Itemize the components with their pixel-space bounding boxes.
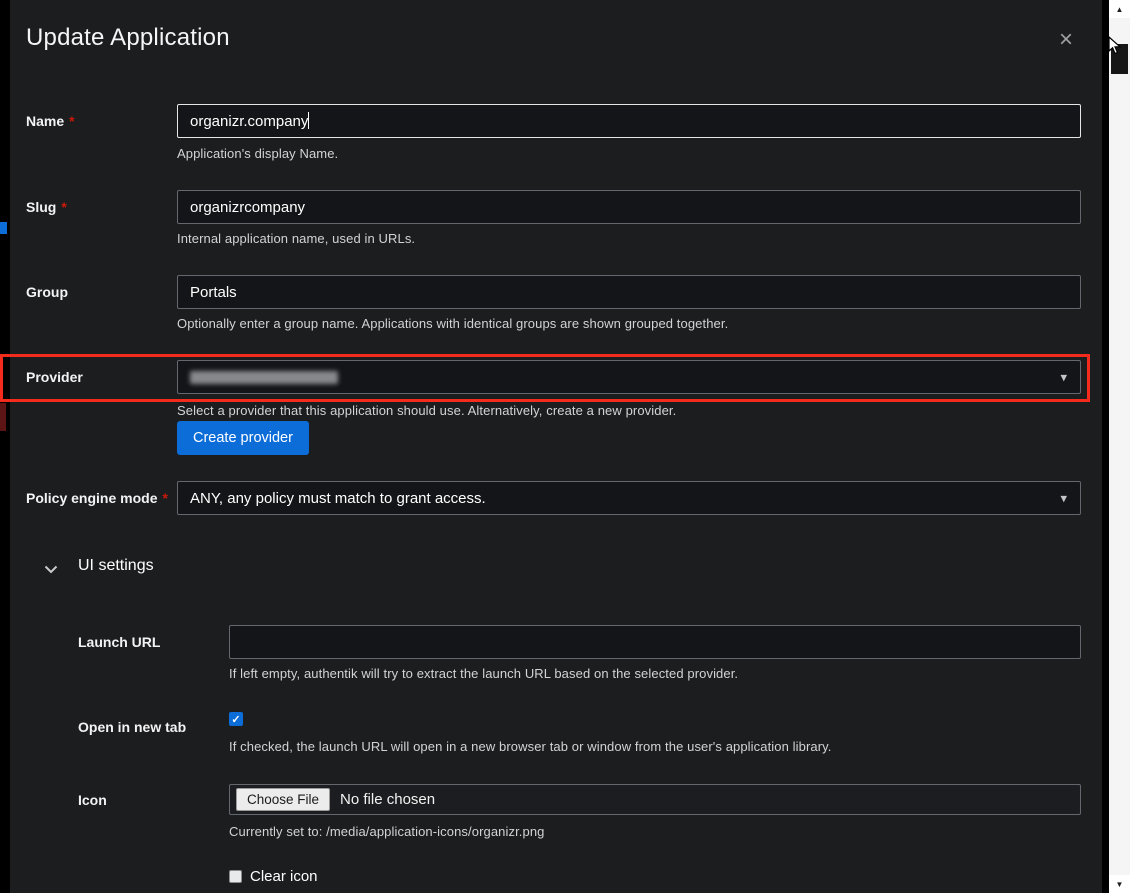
scrollbar-thumb[interactable] xyxy=(1111,44,1128,74)
backdrop-fragment-blue xyxy=(0,222,7,234)
scrollbar-track[interactable] xyxy=(1109,0,1130,893)
slug-help: Internal application name, used in URLs. xyxy=(177,231,415,246)
create-provider-button[interactable]: Create provider xyxy=(177,421,309,455)
name-input[interactable] xyxy=(177,104,1081,138)
text-caret xyxy=(308,112,309,129)
name-help: Application's display Name. xyxy=(177,146,338,161)
clear-icon-label: Clear icon xyxy=(250,868,318,885)
check-icon: ✓ xyxy=(231,713,240,726)
scroll-up-button[interactable]: ▲ xyxy=(1109,0,1130,18)
slug-input[interactable] xyxy=(177,190,1081,224)
provider-redacted-value xyxy=(190,371,338,384)
open-in-new-tab-label: Open in new tab xyxy=(78,719,186,735)
provider-select[interactable]: ▾ xyxy=(177,360,1081,394)
modal-title: Update Application xyxy=(26,24,230,52)
icon-help: Currently set to: /media/application-ico… xyxy=(229,824,545,839)
slug-label-text: Slug xyxy=(26,199,56,215)
name-label-text: Name xyxy=(26,113,64,129)
policy-engine-mode-label: Policy engine mode * xyxy=(26,490,168,506)
file-chosen-status: No file chosen xyxy=(340,791,435,808)
launch-url-label: Launch URL xyxy=(78,634,160,650)
policy-engine-mode-label-text: Policy engine mode xyxy=(26,490,157,506)
chevron-down-icon: ▾ xyxy=(1060,492,1067,505)
required-marker: * xyxy=(69,113,74,129)
open-in-new-tab-checkbox[interactable]: ✓ xyxy=(229,712,243,726)
scroll-down-button[interactable]: ▼ xyxy=(1109,875,1130,893)
icon-label: Icon xyxy=(78,792,107,808)
required-marker: * xyxy=(61,199,66,215)
icon-file-input[interactable]: Choose File No file chosen xyxy=(229,784,1081,815)
required-marker: * xyxy=(162,490,167,506)
clear-icon-checkbox[interactable] xyxy=(229,870,242,883)
policy-engine-mode-value: ANY, any policy must match to grant acce… xyxy=(190,490,486,507)
backdrop-fragment-red xyxy=(0,403,6,431)
launch-url-input[interactable] xyxy=(229,625,1081,659)
close-icon[interactable]: × xyxy=(1059,28,1073,52)
provider-label: Provider xyxy=(26,369,83,385)
provider-help: Select a provider that this application … xyxy=(177,403,676,418)
open-in-new-tab-help: If checked, the launch URL will open in … xyxy=(229,739,832,754)
slug-label: Slug * xyxy=(26,199,67,215)
ui-settings-section-title[interactable]: UI settings xyxy=(78,557,154,575)
chevron-down-icon: ▾ xyxy=(1060,371,1067,384)
policy-engine-mode-select[interactable]: ANY, any policy must match to grant acce… xyxy=(177,481,1081,515)
group-label: Group xyxy=(26,284,68,300)
launch-url-help: If left empty, authentik will try to ext… xyxy=(229,666,738,681)
choose-file-button[interactable]: Choose File xyxy=(236,788,330,811)
group-help: Optionally enter a group name. Applicati… xyxy=(177,316,728,331)
group-input[interactable] xyxy=(177,275,1081,309)
ui-settings-chevron-icon[interactable] xyxy=(44,561,58,579)
name-label: Name * xyxy=(26,113,75,129)
